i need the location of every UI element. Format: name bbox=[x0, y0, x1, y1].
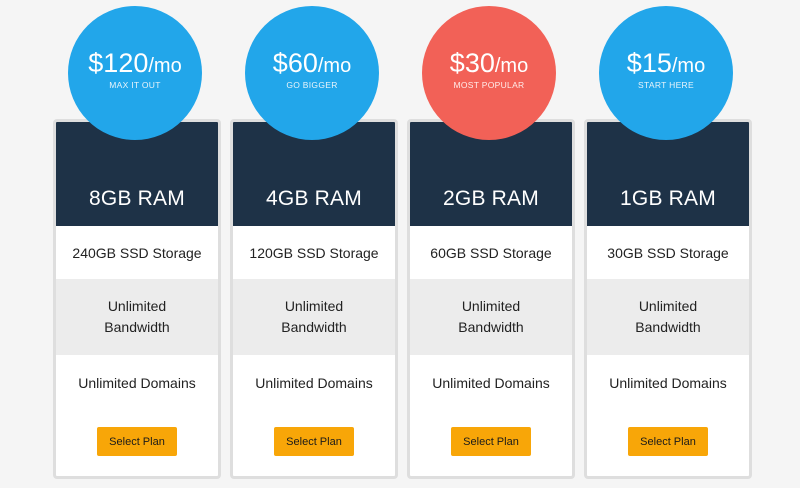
plan-4gb: 4GB RAM 120GB SSD Storage Unlimited Band… bbox=[230, 0, 398, 488]
plan-tagline: MAX IT OUT bbox=[109, 80, 161, 90]
price-badge: $15/mo START HERE bbox=[599, 6, 733, 140]
plan-bandwidth-label: Unlimited Bandwidth bbox=[281, 298, 347, 335]
price-line: $120/mo bbox=[68, 48, 202, 78]
plan-storage: 120GB SSD Storage bbox=[249, 244, 379, 261]
plan-storage: 240GB SSD Storage bbox=[72, 244, 202, 261]
select-plan-button[interactable]: Select Plan bbox=[274, 427, 354, 456]
plan-card: 1GB RAM 30GB SSD Storage Unlimited Bandw… bbox=[584, 119, 752, 479]
plan-2gb: 2GB RAM 60GB SSD Storage Unlimited Bandw… bbox=[407, 0, 575, 488]
plan-storage: 60GB SSD Storage bbox=[430, 244, 552, 261]
price-amount: $60 bbox=[272, 48, 318, 78]
price-line: $15/mo bbox=[599, 48, 733, 78]
plan-8gb: 8GB RAM 240GB SSD Storage Unlimited Band… bbox=[53, 0, 221, 488]
plan-bandwidth: Unlimited Bandwidth bbox=[233, 279, 395, 355]
plan-domains: Unlimited Domains bbox=[78, 375, 196, 391]
plan-bandwidth-label: Unlimited Bandwidth bbox=[104, 298, 170, 335]
plan-tagline: MOST POPULAR bbox=[453, 80, 525, 90]
select-plan-button[interactable]: Select Plan bbox=[451, 427, 531, 456]
price-badge: $30/mo MOST POPULAR bbox=[422, 6, 556, 140]
plan-storage: 30GB SSD Storage bbox=[607, 244, 729, 261]
plan-bandwidth-label: Unlimited Bandwidth bbox=[458, 298, 524, 335]
plan-tagline: START HERE bbox=[638, 80, 694, 90]
plan-bandwidth: Unlimited Bandwidth bbox=[587, 279, 749, 355]
plan-domains: Unlimited Domains bbox=[609, 375, 727, 391]
select-plan-button[interactable]: Select Plan bbox=[628, 427, 708, 456]
plan-bandwidth: Unlimited Bandwidth bbox=[410, 279, 572, 355]
price-badge: $120/mo MAX IT OUT bbox=[68, 6, 202, 140]
price-amount: $15 bbox=[626, 48, 672, 78]
plan-domains: Unlimited Domains bbox=[255, 375, 373, 391]
price-period: /mo bbox=[671, 55, 706, 77]
plan-card: 4GB RAM 120GB SSD Storage Unlimited Band… bbox=[230, 119, 398, 479]
select-plan-button[interactable]: Select Plan bbox=[97, 427, 177, 456]
price-amount: $30 bbox=[449, 48, 495, 78]
plan-card: 2GB RAM 60GB SSD Storage Unlimited Bandw… bbox=[407, 119, 575, 479]
price-period: /mo bbox=[317, 55, 352, 77]
price-badge: $60/mo GO BIGGER bbox=[245, 6, 379, 140]
price-amount: $120 bbox=[88, 48, 149, 78]
price-period: /mo bbox=[148, 55, 182, 77]
price-line: $60/mo bbox=[245, 48, 379, 78]
plan-domains: Unlimited Domains bbox=[432, 375, 550, 391]
price-period: /mo bbox=[494, 55, 529, 77]
price-line: $30/mo bbox=[422, 48, 556, 78]
plan-tagline: GO BIGGER bbox=[286, 80, 338, 90]
plan-bandwidth-label: Unlimited Bandwidth bbox=[635, 298, 701, 335]
plan-card: 8GB RAM 240GB SSD Storage Unlimited Band… bbox=[53, 119, 221, 479]
pricing-table: 8GB RAM 240GB SSD Storage Unlimited Band… bbox=[0, 0, 800, 488]
plan-bandwidth: Unlimited Bandwidth bbox=[56, 279, 218, 355]
plan-1gb: 1GB RAM 30GB SSD Storage Unlimited Bandw… bbox=[584, 0, 752, 488]
